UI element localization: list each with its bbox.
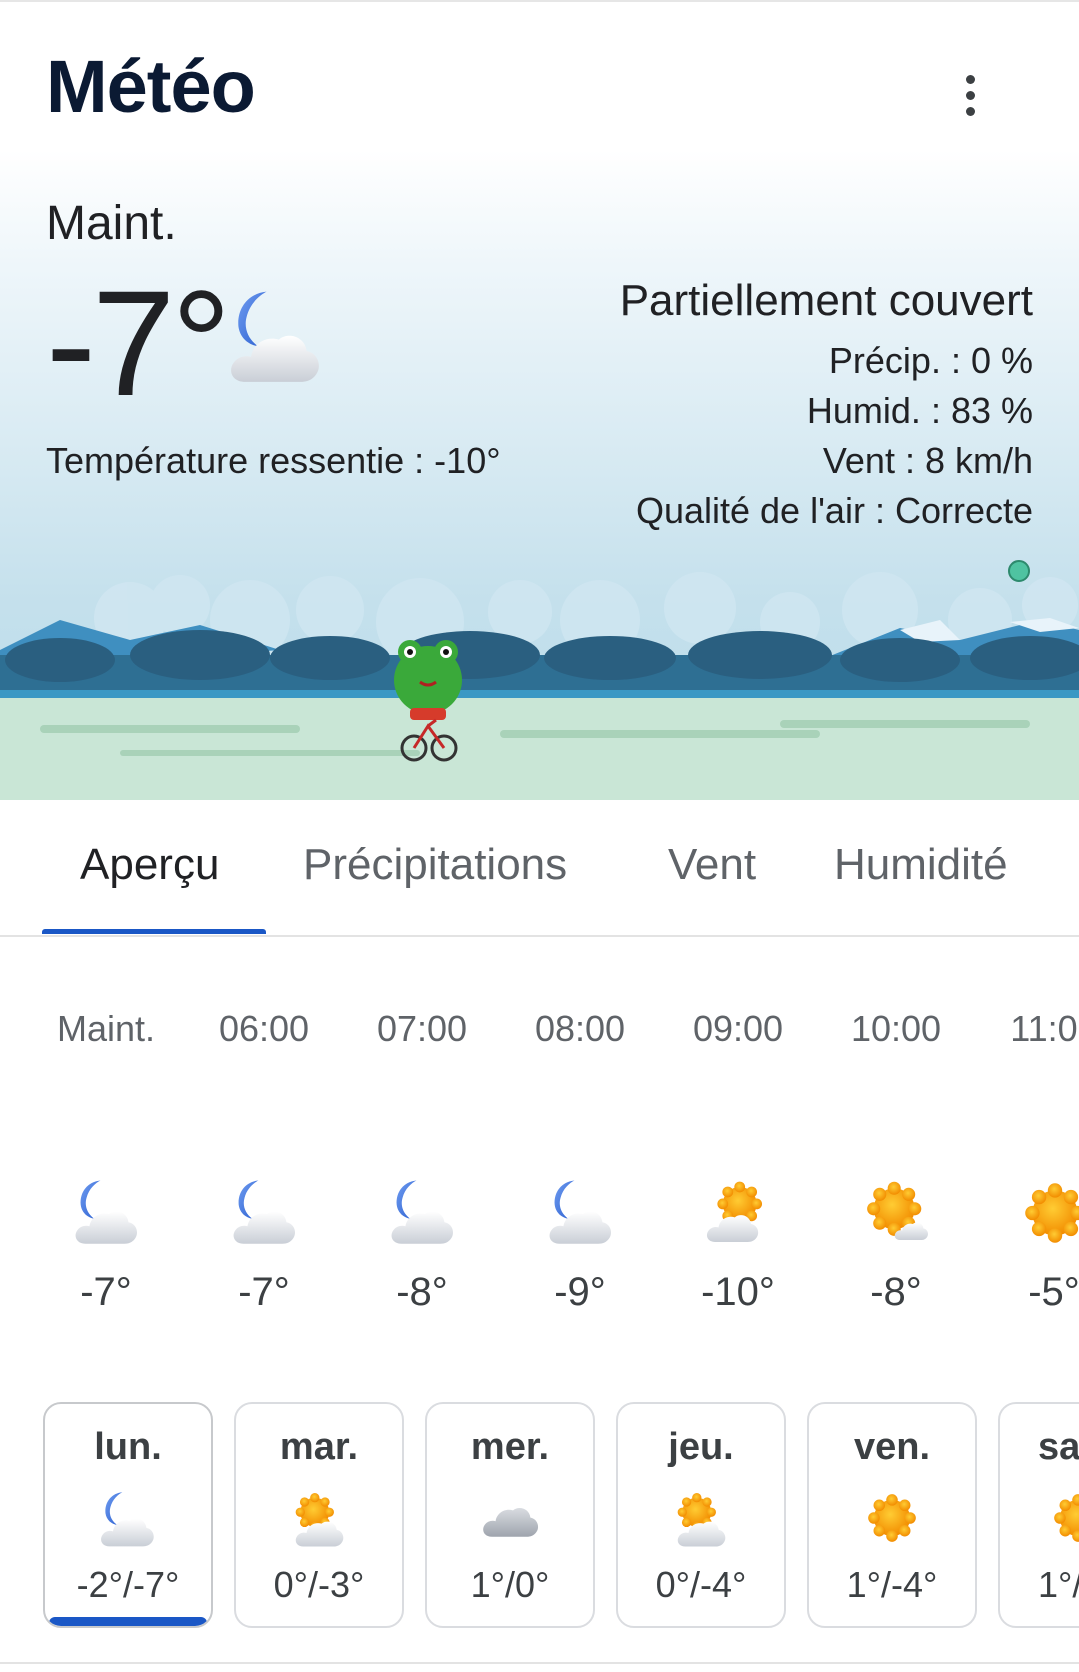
more-vert-icon bbox=[965, 74, 975, 84]
air-quality-stat[interactable]: Qualité de l'air : Correcte bbox=[636, 490, 1033, 532]
tab-humidite[interactable]: Humidité bbox=[834, 840, 1008, 890]
day-temps: -2°/-7° bbox=[76, 1564, 180, 1605]
hour-time: 08:00 bbox=[534, 1008, 626, 1049]
day-temps: 0°/-3° bbox=[273, 1564, 365, 1605]
cloudy-icon bbox=[483, 1508, 539, 1537]
tabs-divider bbox=[0, 935, 1079, 937]
day-name: lun. bbox=[94, 1426, 162, 1468]
partly-cloudy-night-icon bbox=[549, 1180, 612, 1244]
day-card-sam[interactable]: sam. 1°/ bbox=[998, 1402, 1079, 1628]
active-tab-indicator bbox=[42, 929, 266, 934]
day-card-ven[interactable]: ven. 1°/-4° bbox=[807, 1402, 977, 1628]
partly-cloudy-day-icon bbox=[677, 1493, 726, 1547]
day-card-mar[interactable]: mar. 0°/-3° bbox=[234, 1402, 404, 1628]
hour-temp: -7° bbox=[238, 1270, 290, 1314]
day-name: sam. bbox=[1038, 1426, 1079, 1468]
hour-time: 06:00 bbox=[218, 1008, 310, 1049]
hour-temp: -10° bbox=[701, 1270, 775, 1314]
partly-cloudy-night-icon bbox=[233, 1180, 296, 1244]
mostly-sunny-icon bbox=[867, 1181, 929, 1240]
hour-time: 10:00 bbox=[850, 1008, 942, 1049]
hour-temp: -5° bbox=[1028, 1270, 1079, 1314]
partly-cloudy-night-icon bbox=[391, 1180, 454, 1244]
wind-stat: Vent : 8 km/h bbox=[822, 440, 1033, 481]
day-card-mer[interactable]: mer. 1°/0° bbox=[425, 1402, 595, 1628]
feels-like-text: Température ressentie : -10° bbox=[46, 440, 501, 481]
current-temperature: -7° bbox=[46, 259, 231, 427]
sunny-icon bbox=[1025, 1183, 1079, 1243]
partly-cloudy-night-icon bbox=[231, 291, 319, 382]
partly-cloudy-day-icon bbox=[295, 1493, 344, 1547]
day-temps: 1°/-4° bbox=[846, 1564, 938, 1605]
more-options-button[interactable] bbox=[950, 70, 990, 120]
tab-apercu[interactable]: Aperçu bbox=[80, 840, 219, 890]
day-temps: 1°/0° bbox=[470, 1564, 550, 1605]
partly-cloudy-day-icon bbox=[706, 1181, 763, 1242]
daily-forecast: lun. -2°/-7° mar. 0°/-3° mer. 1°/0° jeu.… bbox=[0, 1390, 1079, 1650]
sunny-icon bbox=[1054, 1494, 1079, 1542]
hour-time: Maint. bbox=[56, 1008, 156, 1049]
hour-time: 09:00 bbox=[692, 1008, 784, 1049]
day-name: mar. bbox=[279, 1426, 359, 1468]
page-title: Météo bbox=[46, 45, 256, 128]
hour-time: 11:00 bbox=[1010, 1008, 1079, 1049]
current-label: Maint. bbox=[46, 197, 177, 250]
hour-temp: -7° bbox=[80, 1270, 132, 1314]
hour-temp: -8° bbox=[396, 1270, 448, 1314]
hour-temp: -8° bbox=[870, 1270, 922, 1314]
top-divider bbox=[0, 0, 1079, 2]
day-temps: 0°/-4° bbox=[655, 1564, 747, 1605]
precip-stat: Précip. : 0 % bbox=[828, 340, 1033, 381]
day-card-lun[interactable]: lun. -2°/-7° bbox=[43, 1402, 213, 1628]
selected-day-indicator bbox=[49, 1617, 207, 1626]
condition-text: Partiellement couvert bbox=[619, 276, 1033, 325]
partly-cloudy-night-icon bbox=[101, 1492, 154, 1547]
humidity-stat: Humid. : 83 % bbox=[806, 390, 1033, 431]
air-quality-indicator bbox=[1008, 560, 1030, 582]
tab-precipitations[interactable]: Précipitations bbox=[303, 840, 567, 890]
hour-time: 07:00 bbox=[376, 1008, 468, 1049]
bottom-divider bbox=[0, 1662, 1079, 1664]
day-card-jeu[interactable]: jeu. 0°/-4° bbox=[616, 1402, 786, 1628]
day-name: mer. bbox=[470, 1426, 550, 1468]
day-name: ven. bbox=[853, 1426, 931, 1468]
day-name: jeu. bbox=[668, 1426, 734, 1468]
hour-temp: -9° bbox=[554, 1270, 606, 1314]
partly-cloudy-night-icon bbox=[75, 1180, 138, 1244]
day-temps: 1°/ bbox=[1038, 1564, 1079, 1605]
tab-vent[interactable]: Vent bbox=[668, 840, 756, 890]
sunny-icon bbox=[868, 1494, 916, 1542]
